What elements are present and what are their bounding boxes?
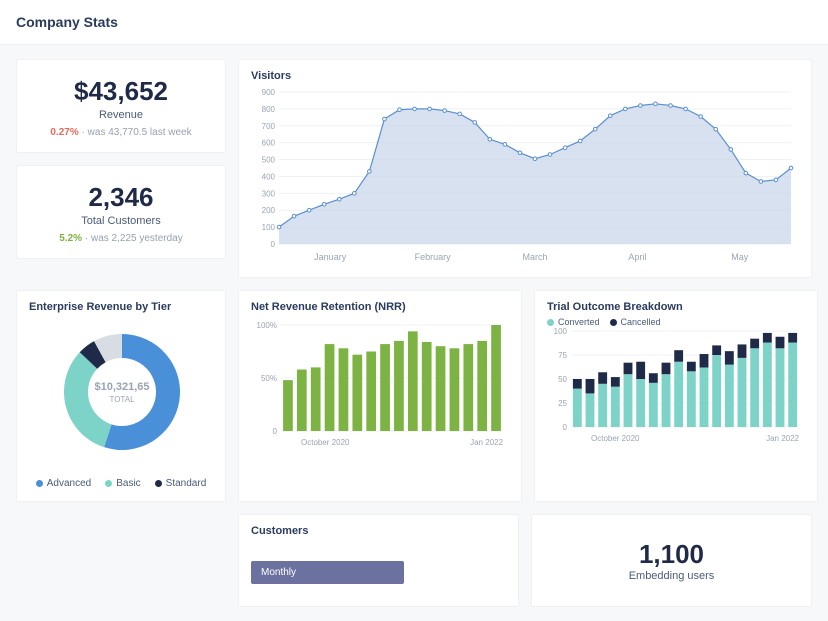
customers-bar-monthly: Monthly — [251, 561, 404, 584]
svg-text:January: January — [314, 252, 347, 262]
legend-advanced: Advanced — [36, 478, 91, 489]
page-title: Company Stats — [0, 0, 828, 45]
svg-text:100: 100 — [262, 223, 276, 232]
svg-text:$10,321,65: $10,321,65 — [94, 381, 149, 393]
kpi-revenue-sub: 0.27% · was 43,770.5 last week — [27, 127, 215, 138]
donut-legend: Advanced Basic Standard — [29, 478, 213, 489]
trial-legend: Converted Cancelled — [547, 317, 805, 327]
legend-basic: Basic — [105, 478, 140, 489]
svg-text:0: 0 — [271, 240, 276, 249]
kpi-revenue-delta: 0.27% — [50, 127, 78, 138]
svg-text:75: 75 — [558, 351, 567, 360]
embedding-label: Embedding users — [542, 570, 801, 582]
svg-text:50%: 50% — [261, 374, 277, 383]
kpi-customers-label: Total Customers — [27, 215, 215, 227]
nrr-chart: 0 50% 100% October 2020 Jan 2022 — [251, 317, 509, 449]
trial-chart: 0 25 50 75 100 October 2020 Jan 2022 — [547, 327, 805, 445]
svg-text:October 2020: October 2020 — [301, 438, 350, 447]
svg-text:October 2020: October 2020 — [591, 434, 640, 443]
svg-text:100: 100 — [554, 327, 568, 336]
legend-cancelled: Cancelled — [610, 317, 661, 327]
visitors-card: Visitors 0 100 200 300 400 500 600 700 800 900 Jan… — [238, 59, 812, 278]
svg-text:500: 500 — [262, 156, 276, 165]
svg-text:50: 50 — [558, 375, 567, 384]
donut-card: Enterprise Revenue by Tier $10,321,65 TOT… — [16, 290, 226, 502]
nrr-card: Net Revenue Retention (NRR) 0 50% 100% Octo… — [238, 290, 522, 502]
svg-text:300: 300 — [262, 189, 276, 198]
svg-text:400: 400 — [262, 172, 276, 181]
trial-title: Trial Outcome Breakdown — [547, 301, 805, 313]
kpi-revenue-card: $43,652 Revenue 0.27% · was 43,770.5 las… — [16, 59, 226, 153]
svg-text:0: 0 — [273, 427, 278, 436]
svg-text:900: 900 — [262, 88, 276, 97]
donut-title: Enterprise Revenue by Tier — [29, 301, 213, 313]
svg-text:Jan 2022: Jan 2022 — [470, 438, 503, 447]
kpi-customers-delta: 5.2% — [59, 233, 82, 244]
donut-chart: $10,321,65 TOTAL — [29, 317, 215, 467]
nrr-title: Net Revenue Retention (NRR) — [251, 301, 509, 313]
kpi-customers-sub: 5.2% · was 2,225 yesterday — [27, 233, 215, 244]
svg-text:800: 800 — [262, 105, 276, 114]
visitors-title: Visitors — [251, 70, 799, 82]
svg-text:TOTAL: TOTAL — [109, 395, 135, 404]
embedding-card: 1,100 Embedding users — [531, 514, 812, 607]
svg-text:0: 0 — [563, 423, 568, 432]
svg-text:May: May — [731, 252, 749, 262]
visitors-chart: 0 100 200 300 400 500 600 700 800 900 January Febru… — [251, 86, 799, 266]
svg-text:600: 600 — [262, 139, 276, 148]
customers-card: Customers Monthly — [238, 514, 519, 607]
kpi-customers-value: 2,346 — [27, 182, 215, 213]
dashboard-grid: $43,652 Revenue 0.27% · was 43,770.5 las… — [0, 45, 828, 621]
customers-title: Customers — [251, 525, 506, 537]
trial-card: Trial Outcome Breakdown Converted Cancel… — [534, 290, 818, 502]
svg-text:200: 200 — [262, 206, 276, 215]
legend-converted: Converted — [547, 317, 600, 327]
svg-text:100%: 100% — [257, 321, 277, 330]
svg-text:February: February — [415, 252, 452, 262]
svg-text:Jan 2022: Jan 2022 — [766, 434, 799, 443]
kpi-column: $43,652 Revenue 0.27% · was 43,770.5 las… — [16, 59, 226, 278]
svg-text:700: 700 — [262, 122, 276, 131]
svg-text:April: April — [628, 252, 646, 262]
svg-text:25: 25 — [558, 399, 567, 408]
kpi-revenue-label: Revenue — [27, 109, 215, 121]
svg-text:March: March — [522, 252, 547, 262]
kpi-customers-card: 2,346 Total Customers 5.2% · was 2,225 y… — [16, 165, 226, 259]
embedding-value: 1,100 — [542, 539, 801, 570]
legend-standard: Standard — [155, 478, 207, 489]
kpi-revenue-value: $43,652 — [27, 76, 215, 107]
